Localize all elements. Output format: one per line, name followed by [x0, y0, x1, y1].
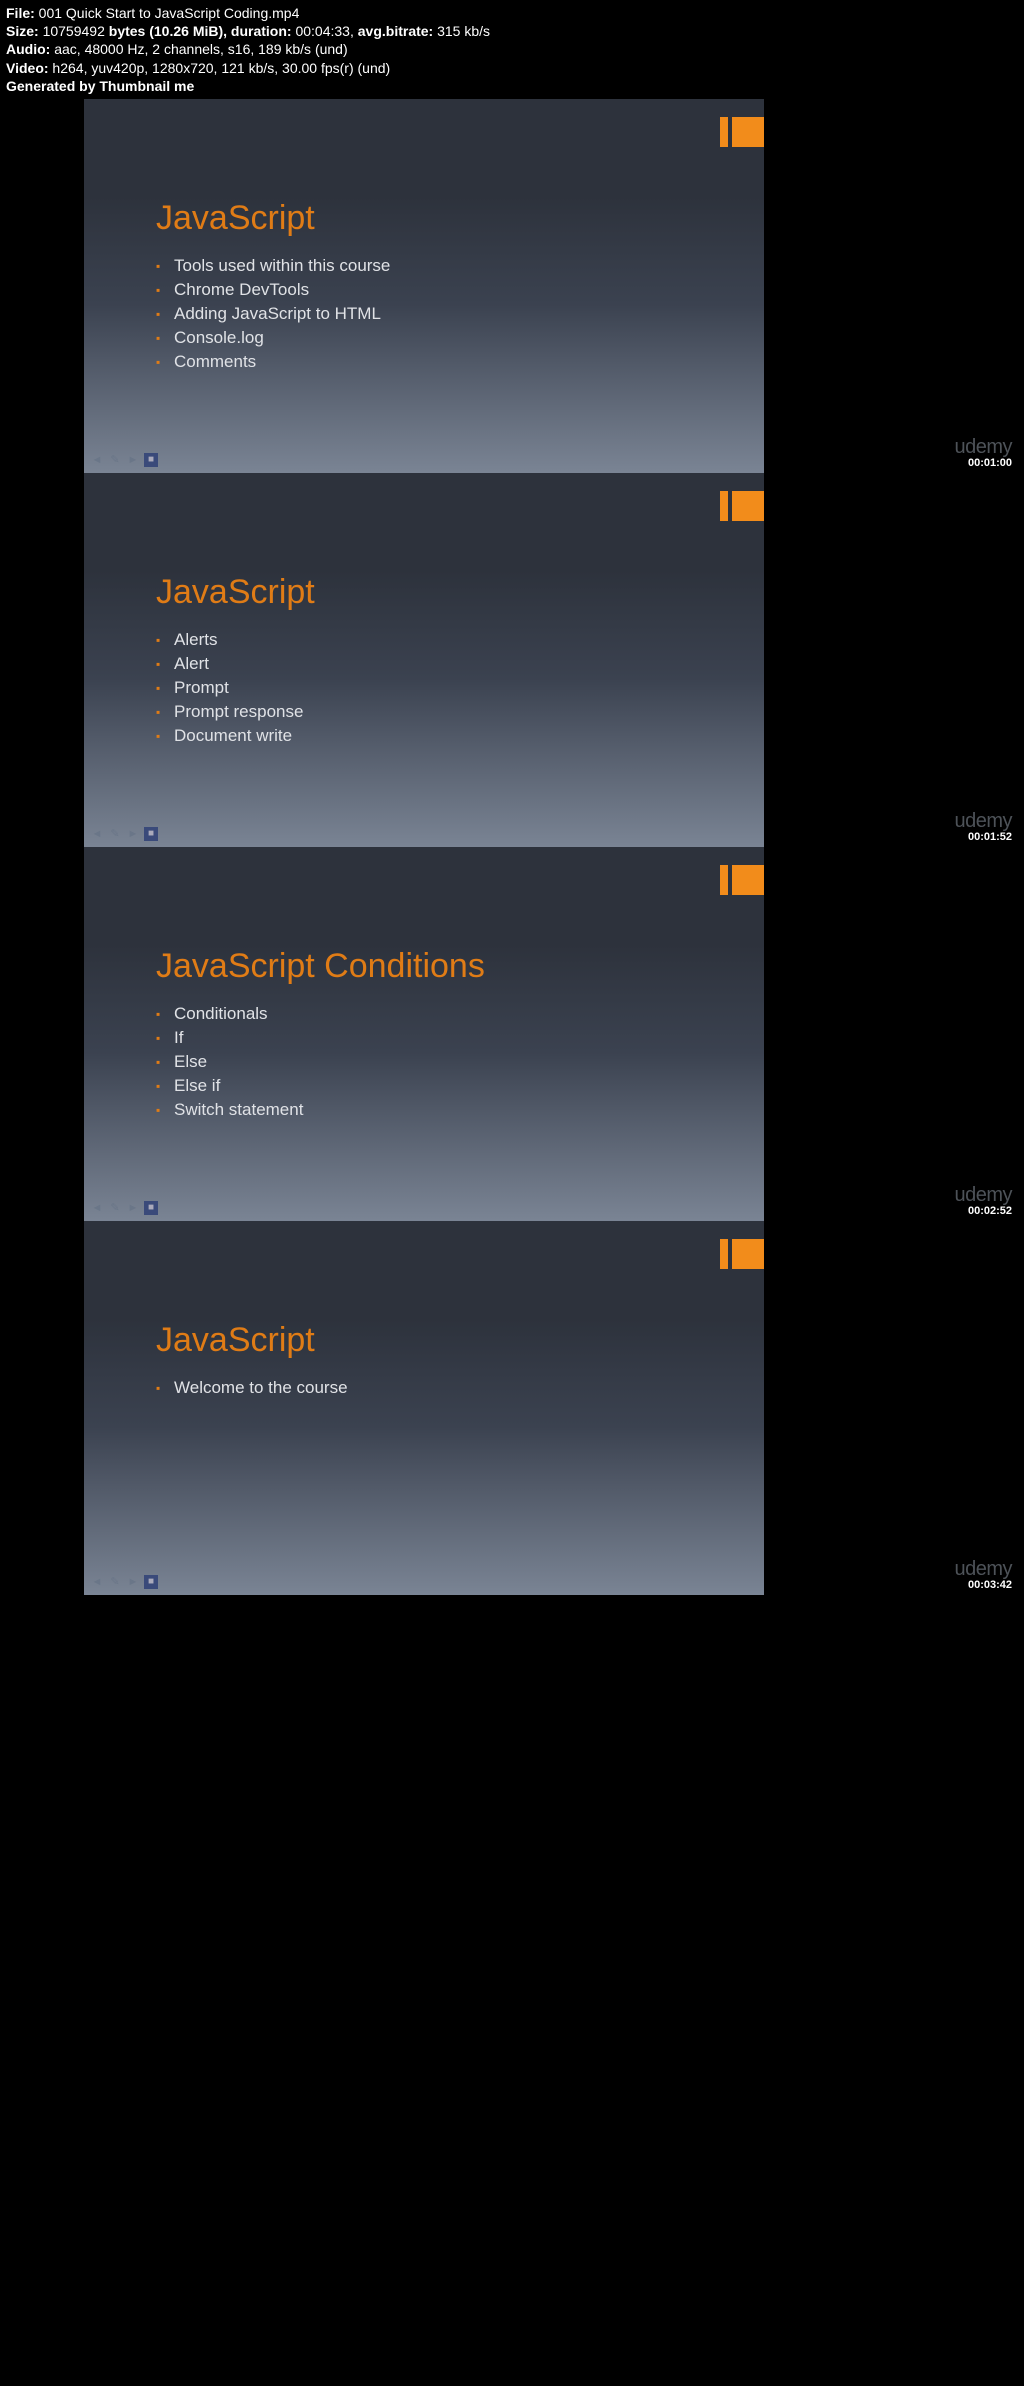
list-item: Document write [156, 724, 764, 748]
slide-title: JavaScript Conditions [156, 947, 764, 986]
file-metadata: File: 001 Quick Start to JavaScript Codi… [0, 0, 1024, 99]
next-icon: ► [126, 1202, 140, 1214]
thumbnail: JavaScript Tools used within this course… [84, 99, 764, 473]
list-item: Console.log [156, 326, 764, 350]
timestamp: 00:01:00 [764, 457, 1012, 469]
thumbnail-row: JavaScript Tools used within this course… [0, 99, 1024, 473]
slide-controls: ◄ ✎ ► ■ [90, 1201, 158, 1215]
thumbnail: JavaScript Conditions Conditionals If El… [84, 847, 764, 1221]
list-item: Switch statement [156, 1098, 764, 1122]
list-item: Else [156, 1050, 764, 1074]
prev-icon: ◄ [90, 1202, 104, 1214]
thumbnail: JavaScript Alerts Alert Prompt Prompt re… [84, 473, 764, 847]
slide-controls: ◄ ✎ ► ■ [90, 453, 158, 467]
list-item: Conditionals [156, 1002, 764, 1026]
slide-title: JavaScript [156, 573, 764, 612]
slide-title: JavaScript [156, 1321, 764, 1360]
list-item: Alert [156, 652, 764, 676]
timestamp: 00:03:42 [764, 1579, 1012, 1591]
thumbnail-row: JavaScript Alerts Alert Prompt Prompt re… [0, 473, 1024, 847]
prev-icon: ◄ [90, 828, 104, 840]
pen-icon: ✎ [108, 1576, 122, 1588]
pen-icon: ✎ [108, 1202, 122, 1214]
menu-icon: ■ [144, 1575, 158, 1589]
prev-icon: ◄ [90, 454, 104, 466]
list-item: Welcome to the course [156, 1376, 764, 1400]
next-icon: ► [126, 828, 140, 840]
slide-controls: ◄ ✎ ► ■ [90, 827, 158, 841]
menu-icon: ■ [144, 453, 158, 467]
pen-icon: ✎ [108, 828, 122, 840]
thumbnail: JavaScript Welcome to the course ◄ ✎ ► ■ [84, 1221, 764, 1595]
list-item: Else if [156, 1074, 764, 1098]
corner-decoration [720, 1239, 764, 1269]
slide-list: Conditionals If Else Else if Switch stat… [156, 1002, 764, 1122]
pen-icon: ✎ [108, 454, 122, 466]
next-icon: ► [126, 454, 140, 466]
list-item: Tools used within this course [156, 254, 764, 278]
list-item: Alerts [156, 628, 764, 652]
menu-icon: ■ [144, 1201, 158, 1215]
slide-controls: ◄ ✎ ► ■ [90, 1575, 158, 1589]
list-item: Prompt response [156, 700, 764, 724]
slide-list: Tools used within this course Chrome Dev… [156, 254, 764, 374]
next-icon: ► [126, 1576, 140, 1588]
list-item: Prompt [156, 676, 764, 700]
udemy-watermark: udemy [764, 1558, 1012, 1581]
list-item: Chrome DevTools [156, 278, 764, 302]
timestamp: 00:01:52 [764, 831, 1012, 843]
slide-list: Alerts Alert Prompt Prompt response Docu… [156, 628, 764, 748]
udemy-watermark: udemy [764, 436, 1012, 459]
udemy-watermark: udemy [764, 1184, 1012, 1207]
prev-icon: ◄ [90, 1576, 104, 1588]
thumbnail-row: JavaScript Welcome to the course ◄ ✎ ► ■… [0, 1221, 1024, 1595]
list-item: Comments [156, 350, 764, 374]
udemy-watermark: udemy [764, 810, 1012, 833]
list-item: Adding JavaScript to HTML [156, 302, 764, 326]
timestamp: 00:02:52 [764, 1205, 1012, 1217]
menu-icon: ■ [144, 827, 158, 841]
list-item: If [156, 1026, 764, 1050]
slide-title: JavaScript [156, 199, 764, 238]
corner-decoration [720, 865, 764, 895]
thumbnail-grid: JavaScript Tools used within this course… [0, 99, 1024, 1595]
corner-decoration [720, 117, 764, 147]
slide-list: Welcome to the course [156, 1376, 764, 1400]
thumbnail-row: JavaScript Conditions Conditionals If El… [0, 847, 1024, 1221]
corner-decoration [720, 491, 764, 521]
